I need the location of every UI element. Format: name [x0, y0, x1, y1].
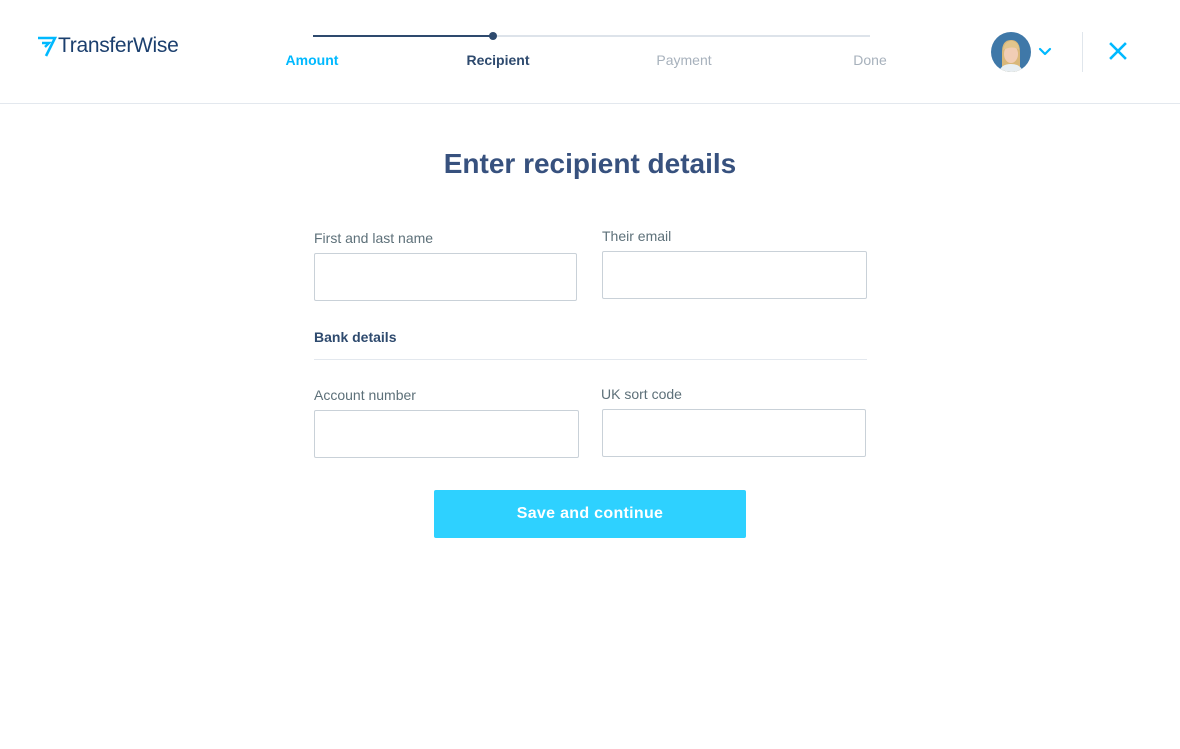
stepper-progress	[313, 35, 493, 37]
avatar-photo-icon	[991, 32, 1031, 72]
step-recipient: Recipient	[466, 52, 530, 68]
email-input[interactable]	[602, 251, 867, 299]
name-label: First and last name	[314, 230, 434, 246]
close-icon[interactable]	[1106, 40, 1130, 64]
header-divider	[1082, 32, 1083, 72]
logo-flag-icon	[38, 36, 57, 57]
step-payment: Payment	[656, 52, 712, 68]
page-title: Enter recipient details	[443, 148, 737, 179]
step-amount[interactable]: Amount	[252, 52, 372, 68]
transferwise-logo[interactable]: TransferWise	[37, 33, 179, 59]
step-done: Done	[853, 52, 887, 68]
sort-code-label: UK sort code	[601, 386, 682, 402]
top-header: TransferWise Amount Recipient Payment Do…	[0, 0, 1180, 104]
bank-details-heading: Bank details	[314, 329, 397, 345]
section-divider	[314, 359, 867, 360]
email-label: Their email	[602, 228, 672, 244]
account-number-label: Account number	[314, 387, 416, 403]
name-input[interactable]	[314, 253, 577, 301]
chevron-down-icon[interactable]	[1037, 44, 1053, 60]
stepper-current-dot	[489, 32, 497, 40]
progress-stepper: Amount Recipient Payment Done	[260, 28, 920, 78]
user-avatar[interactable]	[991, 32, 1031, 72]
account-number-input[interactable]	[314, 410, 579, 458]
sort-code-input[interactable]	[602, 409, 866, 457]
save-and-continue-button[interactable]: Save and continue	[434, 490, 746, 538]
brand-name: TransferWise	[58, 34, 179, 57]
